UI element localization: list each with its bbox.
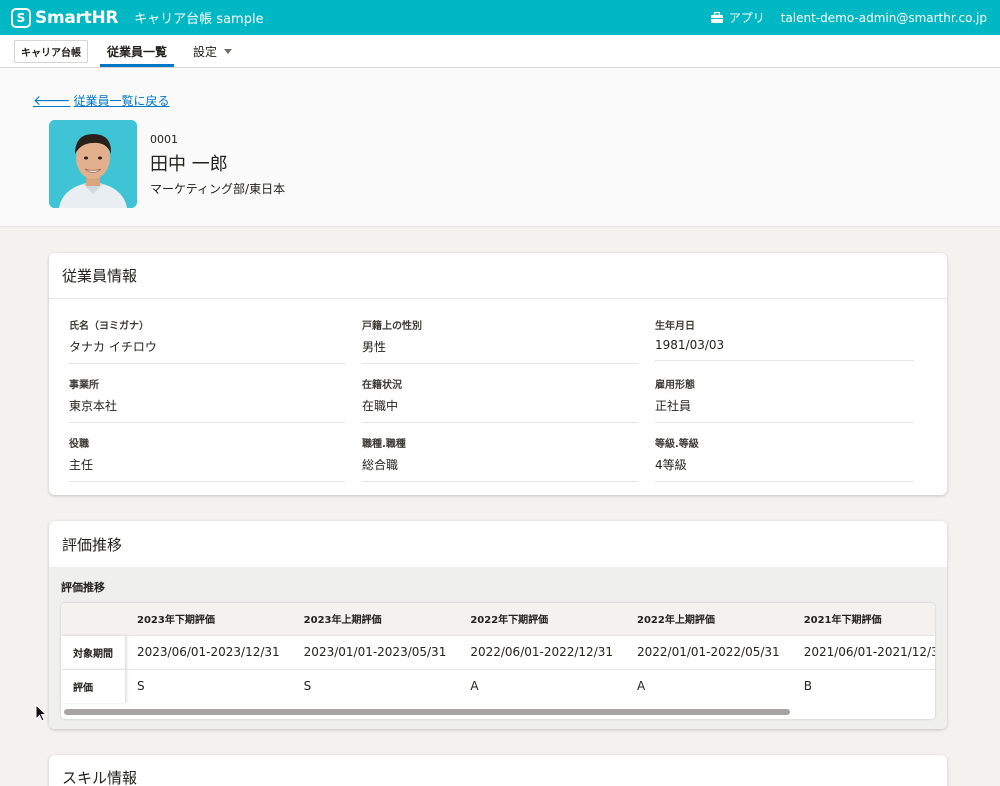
field-label: 事業所 xyxy=(69,380,99,391)
tab-employee-list[interactable]: 従業員一覧 xyxy=(100,35,175,67)
field-value: 在職中 xyxy=(362,397,638,423)
field-label: 戸籍上の性別 xyxy=(362,321,422,332)
field-value: 正社員 xyxy=(655,397,914,423)
field-job-type: 職種.職種 総合職 xyxy=(362,435,638,494)
field-gender: 戸籍上の性別 男性 xyxy=(362,317,638,376)
table-cell: A xyxy=(625,668,792,703)
top-bar: S SmartHR キャリア台帳 sample アプリ talent-demo-… xyxy=(0,0,1000,35)
tab-label: 設定 xyxy=(193,44,218,59)
field-birthdate: 生年月日 1981/03/03 xyxy=(655,317,914,376)
arrow-left-icon: 🡐 xyxy=(33,93,71,109)
field-grade: 等級.等級 4等級 xyxy=(655,435,914,494)
caret-down-icon xyxy=(224,48,233,54)
card-title: 評価推移 xyxy=(62,535,123,554)
table-corner xyxy=(61,603,125,635)
field-value: タナカ イチロウ xyxy=(69,338,345,364)
table-cell: S xyxy=(125,668,292,703)
table-cell: 2021/06/01-2021/12/31 xyxy=(791,634,935,669)
smarthr-logo[interactable]: S SmartHR xyxy=(11,7,119,28)
field-value: 総合職 xyxy=(362,456,638,482)
table-cell: A xyxy=(458,668,626,703)
tab-label: 従業員一覧 xyxy=(107,44,168,59)
toolbox-icon xyxy=(710,11,723,23)
table-cell: 2023/01/01-2023/05/31 xyxy=(291,634,459,669)
row-header: 評価 xyxy=(61,668,125,703)
table-header: 2023年下期評価 xyxy=(125,603,292,635)
table-cell: 2022/01/01-2022/05/31 xyxy=(625,634,792,669)
field-value: 1981/03/03 xyxy=(655,338,914,361)
field-label: 在籍状況 xyxy=(362,380,402,391)
employee-department: マーケティング部/東日本 xyxy=(150,182,286,196)
back-to-list-link[interactable]: 🡐 従業員一覧に戻る xyxy=(33,92,170,109)
field-office: 事業所 東京本社 xyxy=(69,376,345,435)
evaluation-card: 評価推移 評価推移 2023年下期評価 2023年上期評価 2022年下期評価 … xyxy=(49,521,947,729)
field-value: 東京本社 xyxy=(69,397,345,423)
table-cell: 2023/06/01-2023/12/31 xyxy=(125,634,292,669)
field-label: 等級.等級 xyxy=(655,439,699,450)
table-row: 評価 S S A A B xyxy=(61,668,935,703)
card-title: スキル情報 xyxy=(49,755,947,786)
field-value: 男性 xyxy=(362,338,638,364)
table-header: 2021年下期評価 xyxy=(791,603,935,635)
employee-name: 田中 一郎 xyxy=(150,154,228,175)
field-position: 役職 主任 xyxy=(69,435,345,494)
horizontal-scrollbar[interactable] xyxy=(64,709,790,715)
apps-label: アプリ xyxy=(728,11,765,25)
table-cell: S xyxy=(291,668,459,703)
sub-navigation: キャリア台帳 従業員一覧 設定 xyxy=(0,35,1000,68)
evaluation-table: 2023年下期評価 2023年上期評価 2022年下期評価 2022年上期評価 … xyxy=(61,603,935,703)
evaluation-subtitle: 評価推移 xyxy=(61,581,105,594)
logo-mark: S xyxy=(11,7,31,28)
table-header: 2023年上期評価 xyxy=(291,603,459,635)
card-title: 従業員情報 xyxy=(49,253,947,299)
user-email[interactable]: talent-demo-admin@smarthr.co.jp xyxy=(781,11,987,25)
field-value: 4等級 xyxy=(655,456,914,482)
table-row: 対象期間 2023/06/01-2023/12/31 2023/01/01-20… xyxy=(61,634,935,669)
field-label: 氏名（ヨミガナ） xyxy=(69,321,149,332)
apps-menu-button[interactable]: アプリ xyxy=(710,9,765,26)
field-value: 主任 xyxy=(69,456,345,482)
field-name-kana: 氏名（ヨミガナ） タナカ イチロウ xyxy=(69,317,345,376)
employee-number: 0001 xyxy=(150,133,178,146)
field-label: 職種.職種 xyxy=(362,439,406,450)
logo-text: SmartHR xyxy=(35,7,119,28)
field-label: 役職 xyxy=(69,439,89,450)
field-employment-type: 雇用形態 正社員 xyxy=(655,376,914,435)
table-cell: B xyxy=(791,668,935,703)
field-label: 雇用形態 xyxy=(655,380,695,391)
table-header: 2022年下期評価 xyxy=(458,603,626,635)
table-header: 2022年上期評価 xyxy=(625,603,792,635)
row-header: 対象期間 xyxy=(61,634,125,669)
employee-photo xyxy=(49,120,137,208)
tab-settings[interactable]: 設定 xyxy=(186,35,239,67)
employee-header: 🡐 従業員一覧に戻る 0001 田中 一郎 マーケティング部/東日本 xyxy=(0,68,1000,227)
app-badge: キャリア台帳 xyxy=(14,39,88,63)
field-label: 生年月日 xyxy=(655,321,695,332)
employee-info-card: 従業員情報 氏名（ヨミガナ） タナカ イチロウ 戸籍上の性別 男性 生年月日 1… xyxy=(49,253,947,495)
back-link-label: 従業員一覧に戻る xyxy=(73,94,170,108)
app-name: キャリア台帳 sample xyxy=(134,12,264,27)
field-employment-status: 在籍状況 在職中 xyxy=(362,376,638,435)
mouse-cursor-icon xyxy=(35,704,47,722)
skills-card: スキル情報 xyxy=(49,755,947,786)
table-cell: 2022/06/01-2022/12/31 xyxy=(458,634,626,669)
evaluation-table-scroll[interactable]: 2023年下期評価 2023年上期評価 2022年下期評価 2022年上期評価 … xyxy=(61,603,935,719)
